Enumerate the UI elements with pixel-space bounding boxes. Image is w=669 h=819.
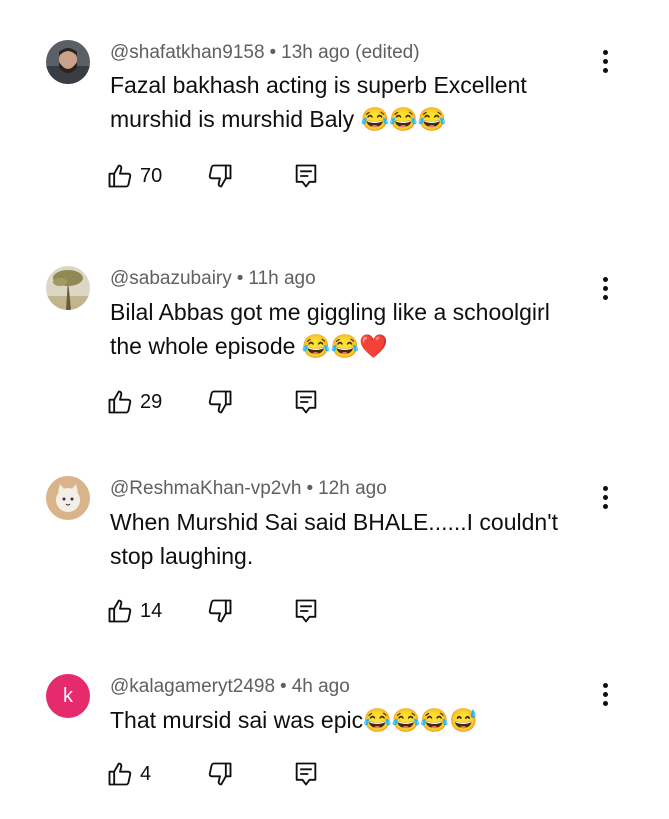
dislike-button[interactable]	[206, 162, 234, 190]
like-button[interactable]: 4	[106, 760, 168, 788]
reply-icon	[295, 390, 317, 414]
comment-text: Fazal bakhash acting is superb Excellent…	[110, 68, 600, 136]
thumbs-down-icon	[208, 164, 232, 188]
more-options-button[interactable]	[590, 270, 620, 306]
like-count: 4	[140, 762, 152, 785]
more-vertical-icon	[602, 49, 608, 55]
separator-dot: •	[236, 268, 244, 289]
more-options-button[interactable]	[590, 479, 620, 515]
reply-icon	[295, 762, 317, 786]
comment-meta: @sabazubairy • 11h ago	[110, 268, 316, 290]
thumbs-down-icon	[208, 390, 232, 414]
comment-meta: @ReshmaKhan-vp2vh • 12h ago	[110, 478, 387, 500]
comment-author[interactable]: @ReshmaKhan-vp2vh	[110, 478, 301, 499]
comment-actions: 70	[106, 160, 317, 192]
like-count: 70	[140, 164, 163, 187]
comment-line: When Murshid Sai said BHALE......I could…	[110, 509, 558, 535]
comment-time: 12h ago	[318, 478, 387, 499]
more-options-button[interactable]	[590, 43, 620, 79]
reply-icon	[295, 599, 317, 623]
comment-actions: 14	[106, 595, 317, 627]
comment-actions: 4	[106, 758, 317, 790]
dislike-button[interactable]	[206, 597, 234, 625]
comment-time: 11h ago	[248, 268, 316, 289]
comment-meta: @kalagameryt2498 • 4h ago	[110, 676, 350, 698]
reply-button[interactable]	[292, 162, 320, 190]
reply-button[interactable]	[292, 760, 320, 788]
thumbs-up-icon	[108, 390, 132, 414]
comment-text: When Murshid Sai said BHALE......I could…	[110, 505, 600, 573]
avatar[interactable]: k	[46, 674, 90, 718]
like-button[interactable]: 70	[106, 162, 168, 190]
avatar[interactable]	[46, 40, 90, 84]
comment-line: Fazal bakhash acting is superb Excellent	[110, 72, 527, 98]
separator-dot: •	[269, 42, 277, 63]
reply-button[interactable]	[292, 597, 320, 625]
avatar-letter: k	[63, 684, 73, 707]
comment-line: murshid is murshid Baly 😂😂😂	[110, 106, 447, 132]
thumbs-up-icon	[108, 599, 132, 623]
comment-line: That mursid sai was epic😂😂😂😅	[110, 707, 478, 733]
reply-icon	[295, 164, 317, 188]
comment-line: Bilal Abbas got me giggling like a schoo…	[110, 299, 550, 325]
thumbs-up-icon	[108, 164, 132, 188]
comment-line: the whole episode 😂😂❤️	[110, 333, 388, 359]
comment-actions: 29	[106, 386, 317, 418]
like-count: 14	[140, 599, 163, 622]
more-vertical-icon	[602, 276, 608, 282]
comment-author[interactable]: @kalagameryt2498	[110, 676, 275, 697]
separator-dot: •	[306, 478, 314, 499]
like-button[interactable]: 14	[106, 597, 168, 625]
dislike-button[interactable]	[206, 388, 234, 416]
more-vertical-icon	[602, 485, 608, 491]
comment-text: That mursid sai was epic😂😂😂😅	[110, 703, 600, 737]
comment-author[interactable]: @sabazubairy	[110, 268, 232, 289]
dislike-button[interactable]	[206, 760, 234, 788]
more-options-button[interactable]	[590, 676, 620, 712]
comment-line: stop laughing.	[110, 543, 254, 569]
comment-text: Bilal Abbas got me giggling like a schoo…	[110, 295, 600, 363]
avatar[interactable]	[46, 476, 90, 520]
comment-time: 4h ago	[291, 676, 350, 697]
comment-author[interactable]: @shafatkhan9158	[110, 42, 265, 63]
thumbs-down-icon	[208, 599, 232, 623]
comment-time: 13h ago (edited)	[281, 42, 420, 63]
like-count: 29	[140, 390, 163, 413]
reply-button[interactable]	[292, 388, 320, 416]
thumbs-up-icon	[108, 762, 132, 786]
like-button[interactable]: 29	[106, 388, 168, 416]
thumbs-down-icon	[208, 762, 232, 786]
more-vertical-icon	[602, 682, 608, 688]
separator-dot: •	[280, 676, 287, 697]
avatar[interactable]	[46, 266, 90, 310]
comment-meta: @shafatkhan9158 • 13h ago (edited)	[110, 42, 420, 64]
